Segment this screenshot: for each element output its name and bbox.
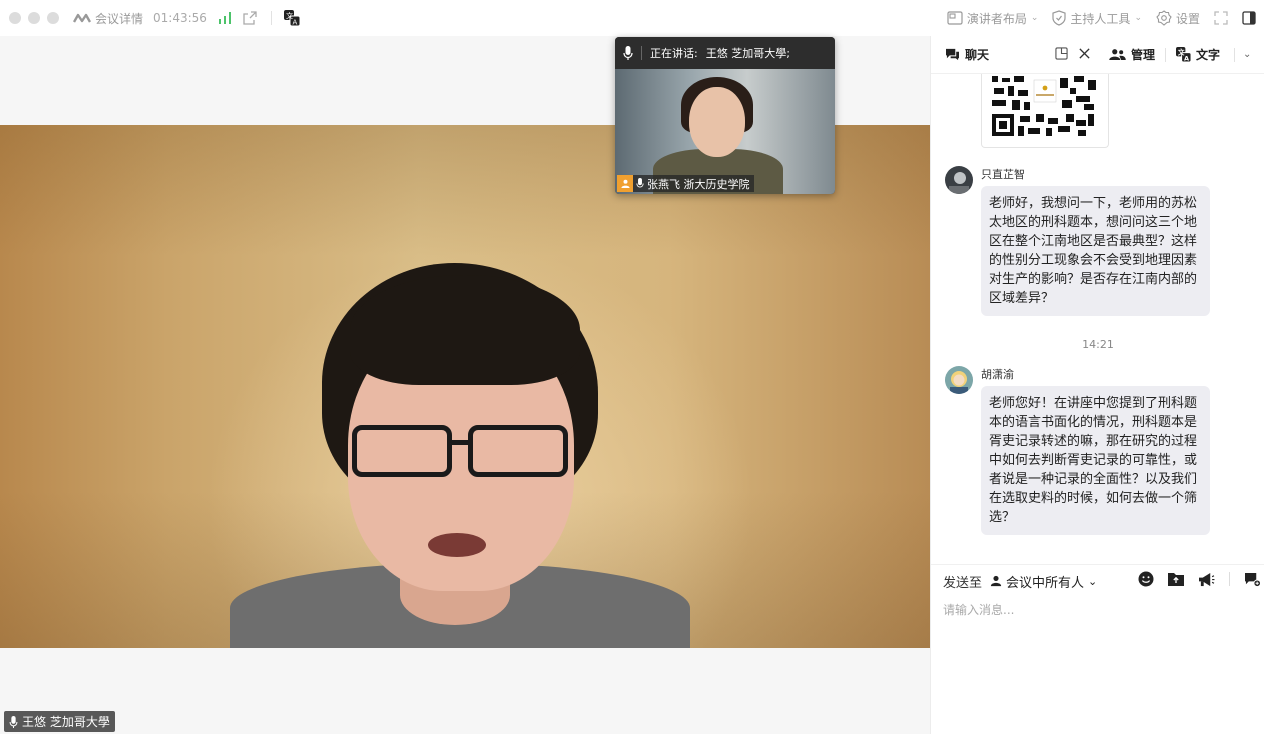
interactive-message-icon[interactable] bbox=[1244, 572, 1261, 587]
tab-chat-label: 聊天 bbox=[965, 48, 990, 62]
indicator-divider bbox=[641, 46, 642, 60]
more-tabs-chevron-icon[interactable]: ⌄ bbox=[1243, 49, 1251, 60]
message-bubble: 老师好，我想问一下，老师用的苏松太地区的刑科题本，想问问这三个地区在整个江南地区… bbox=[981, 186, 1210, 316]
main-speaker-name: 王悠 芝加哥大學 bbox=[22, 715, 110, 729]
meeting-timer: 01:43:56 bbox=[153, 11, 207, 25]
microphone-icon bbox=[623, 46, 633, 60]
layout-icon bbox=[947, 11, 963, 25]
speaking-indicator-bar: 正在讲话: 王悠 芝加哥大學; bbox=[615, 37, 835, 69]
composer-toolbar: 发送至 会议中所有人 ⌄ bbox=[931, 565, 1264, 597]
topbar-divider bbox=[270, 11, 272, 25]
chat-composer: 发送至 会议中所有人 ⌄ bbox=[931, 564, 1264, 734]
message-bubble: 老师您好！在讲座中您提到了刑科题本的语言书面化的情况，刑科题本是胥吏记录转述的嘛… bbox=[981, 386, 1210, 535]
network-signal-icon[interactable] bbox=[218, 12, 231, 24]
fullscreen-icon[interactable] bbox=[1214, 11, 1228, 25]
speaker-glasses-left bbox=[352, 425, 452, 477]
participant-name-tag: 张燕飞 浙大历史学院 bbox=[617, 175, 754, 192]
meeting-details-label: 会议详情 bbox=[95, 11, 144, 26]
sidebar-toggle-icon[interactable] bbox=[1242, 11, 1256, 25]
tab-transcript-label: 文字 bbox=[1196, 48, 1221, 62]
chevron-down-icon: ⌄ bbox=[1088, 574, 1098, 588]
presenter-layout-button[interactable]: 演讲者布局 ⌄ bbox=[947, 10, 1039, 27]
participants-icon bbox=[1109, 49, 1126, 60]
tab-participants-label: 管理 bbox=[1131, 48, 1156, 62]
chat-icon bbox=[946, 48, 959, 61]
message-input[interactable] bbox=[943, 603, 1243, 617]
composer-actions bbox=[1138, 571, 1261, 587]
meeting-window: 会议详情 01:43:56 文 A 演讲者布局 ⌄ 主持人工具 ⌄ 设置 王悠 … bbox=[0, 0, 1264, 734]
maximize-window-button[interactable] bbox=[47, 12, 59, 24]
chat-tab-actions bbox=[1055, 46, 1091, 60]
person-icon bbox=[990, 575, 1002, 587]
title-bar: 会议详情 01:43:56 文 A 演讲者布局 ⌄ 主持人工具 ⌄ 设置 bbox=[0, 0, 1264, 36]
settings-label: 设置 bbox=[1175, 11, 1200, 26]
message-timestamp: 14:21 bbox=[1082, 338, 1114, 351]
avatar[interactable] bbox=[945, 166, 973, 194]
popout-icon[interactable] bbox=[1055, 46, 1068, 60]
tab-chat[interactable]: 聊天 bbox=[931, 36, 1099, 74]
tab-divider bbox=[1234, 47, 1236, 62]
translate-icon: 文 A bbox=[1176, 47, 1192, 62]
participant-face bbox=[689, 87, 745, 157]
minimize-window-button[interactable] bbox=[28, 12, 40, 24]
meeting-info-button[interactable]: 会议详情 bbox=[73, 10, 143, 27]
file-upload-icon[interactable] bbox=[1168, 572, 1184, 586]
window-controls bbox=[9, 12, 59, 24]
share-screen-icon[interactable] bbox=[243, 11, 257, 25]
recipient-selector[interactable]: 会议中所有人 ⌄ bbox=[990, 572, 1097, 591]
svg-text:A: A bbox=[292, 19, 297, 27]
chevron-down-icon: ⌄ bbox=[1134, 13, 1142, 23]
active-speaker-thumbnail[interactable]: 正在讲话: 王悠 芝加哥大學; 张燕飞 浙大历史学院 bbox=[615, 37, 835, 194]
panel-tabs: 聊天 管理 文 A 文字 ⌄ bbox=[931, 36, 1264, 74]
microphone-icon bbox=[636, 178, 644, 188]
send-to-label: 发送至 bbox=[943, 575, 983, 591]
translate-icon[interactable]: 文 A bbox=[283, 10, 300, 27]
avatar[interactable] bbox=[945, 366, 973, 394]
presenter-layout-label: 演讲者布局 bbox=[966, 11, 1027, 26]
speaking-name: 王悠 芝加哥大學; bbox=[705, 47, 790, 60]
host-tools-button[interactable]: 主持人工具 ⌄ bbox=[1052, 10, 1142, 27]
qr-code-icon bbox=[992, 74, 1100, 140]
topbar-right-controls: 演讲者布局 ⌄ 主持人工具 ⌄ 设置 bbox=[937, 0, 1256, 36]
speaker-bangs bbox=[350, 275, 580, 385]
settings-button[interactable]: 设置 bbox=[1156, 10, 1200, 27]
speaker-glasses-right bbox=[468, 425, 568, 477]
microphone-icon bbox=[9, 715, 18, 728]
chevron-down-icon: ⌄ bbox=[1030, 13, 1039, 23]
side-panel: 聊天 管理 文 A 文字 ⌄ 只直芷智 老师好，我想问一下，老师用的苏松太地区的… bbox=[930, 36, 1264, 734]
composer-divider bbox=[1229, 572, 1230, 586]
close-icon[interactable] bbox=[1078, 47, 1091, 60]
speaking-prefix: 正在讲话: bbox=[650, 47, 698, 60]
host-badge-icon bbox=[617, 175, 633, 192]
qr-code-image bbox=[981, 74, 1109, 148]
app-logo-icon bbox=[73, 13, 91, 23]
message-sender: 胡潇渝 bbox=[981, 368, 1014, 381]
chat-message-list[interactable]: 只直芷智 老师好，我想问一下，老师用的苏松太地区的刑科题本，想问问这三个地区在整… bbox=[931, 74, 1264, 564]
main-speaker-name-tag: 王悠 芝加哥大學 bbox=[4, 711, 115, 732]
tab-transcript[interactable]: 文 A 文字 bbox=[1166, 36, 1220, 74]
announcement-icon[interactable] bbox=[1198, 572, 1215, 587]
speaker-mouth bbox=[428, 533, 486, 557]
participant-name: 张燕飞 浙大历史学院 bbox=[647, 177, 750, 191]
speaker-glasses-bridge bbox=[450, 440, 470, 445]
main-speaker-video[interactable] bbox=[0, 125, 930, 648]
host-tools-label: 主持人工具 bbox=[1070, 11, 1131, 26]
close-window-button[interactable] bbox=[9, 12, 21, 24]
tab-participants[interactable]: 管理 bbox=[1099, 36, 1155, 74]
shield-icon bbox=[1052, 10, 1067, 26]
recipient-label: 会议中所有人 bbox=[1006, 575, 1085, 591]
gear-icon bbox=[1156, 10, 1172, 26]
emoji-icon[interactable] bbox=[1138, 571, 1154, 587]
message-sender: 只直芷智 bbox=[981, 168, 1025, 181]
